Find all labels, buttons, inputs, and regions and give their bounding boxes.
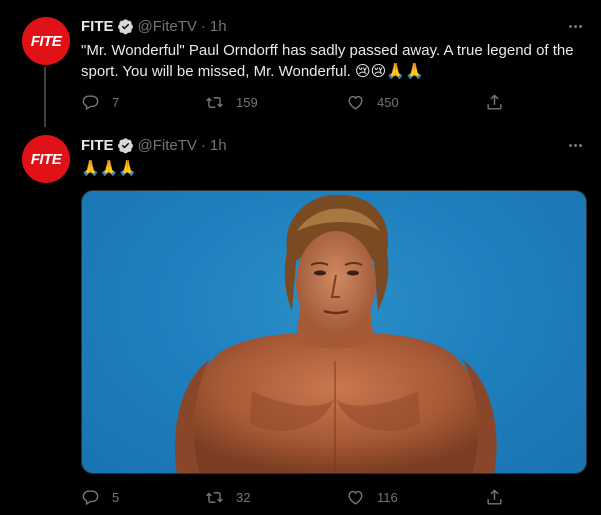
retweet-count: 159 (236, 94, 258, 110)
separator-dot: · (200, 17, 206, 35)
wrestler-photo-illustration (174, 194, 497, 473)
share-button[interactable] (485, 487, 504, 507)
avatar[interactable]: FITE (22, 17, 70, 65)
retweet-button[interactable]: 159 (205, 92, 258, 112)
share-button[interactable] (485, 92, 504, 112)
avatar-logo-text: FITE (30, 32, 62, 50)
tweet-header: FITE @FiteTV · 1h (81, 16, 227, 36)
tweet-header: FITE @FiteTV · 1h (81, 135, 227, 155)
retweet-icon (206, 96, 223, 108)
verified-badge-icon (117, 18, 133, 34)
display-name[interactable]: FITE (81, 137, 114, 154)
handle[interactable]: @FiteTV (138, 137, 197, 154)
tweet[interactable]: FITE FITE @FiteTV · 1h "Mr. Wonderful" P… (0, 0, 601, 127)
avatar[interactable]: FITE (22, 135, 70, 183)
avatar-logo-text: FITE (30, 150, 62, 168)
like-button[interactable]: 116 (346, 487, 398, 507)
heart-icon (348, 95, 363, 110)
tweet-photo[interactable] (81, 190, 587, 474)
display-name[interactable]: FITE (81, 18, 114, 35)
tweet[interactable]: FITE FITE @FiteTV · 1h 🙏🙏🙏 5 32 116 (0, 127, 601, 515)
share-icon (487, 93, 502, 110)
more-options-icon[interactable] (565, 16, 585, 36)
thread-line (44, 67, 46, 127)
reply-count: 5 (112, 489, 120, 505)
tweet-text: "Mr. Wonderful" Paul Orndorff has sadly … (81, 41, 586, 82)
tweet-body: "Mr. Wonderful" Paul Orndorff has sadly … (81, 42, 574, 80)
share-icon (487, 488, 502, 505)
reply-button[interactable]: 7 (81, 92, 119, 112)
tweet-emoji: 😢😢🙏🙏 (355, 62, 424, 80)
like-button[interactable]: 450 (346, 92, 399, 112)
reply-icon (82, 489, 99, 505)
tweet-text: 🙏🙏🙏 (81, 159, 138, 177)
retweet-icon (206, 491, 223, 503)
like-count: 450 (377, 94, 399, 110)
retweet-count: 32 (236, 489, 251, 505)
handle[interactable]: @FiteTV (138, 18, 197, 35)
retweet-button[interactable]: 32 (205, 487, 250, 507)
timestamp[interactable]: 1h (210, 18, 227, 35)
reply-button[interactable]: 5 (81, 487, 119, 507)
heart-icon (348, 490, 363, 505)
timestamp[interactable]: 1h (210, 137, 227, 154)
more-options-icon[interactable] (565, 135, 585, 155)
tweet-actions: 5 32 116 (81, 487, 511, 507)
verified-badge-icon (117, 137, 133, 153)
separator-dot: · (200, 136, 206, 154)
like-count: 116 (377, 489, 398, 505)
tweet-actions: 7 159 450 (81, 92, 511, 112)
reply-count: 7 (112, 94, 120, 110)
reply-icon (82, 94, 99, 110)
